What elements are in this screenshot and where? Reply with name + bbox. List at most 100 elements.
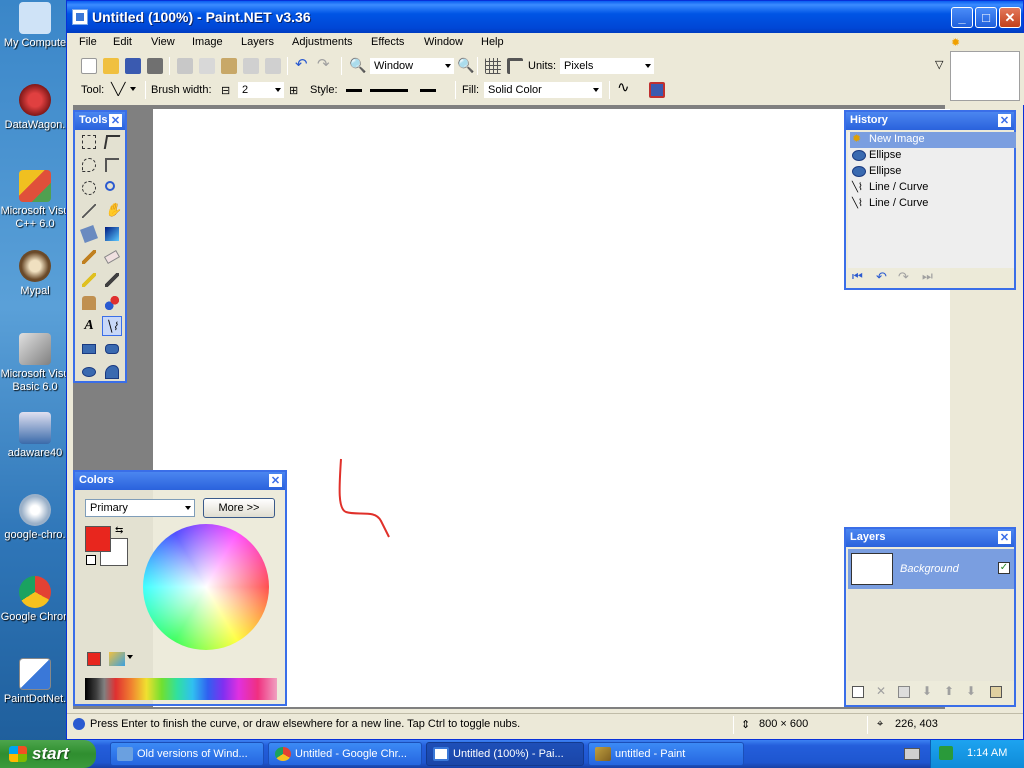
line-dash-style-icon[interactable] [370,89,408,92]
paste-icon[interactable] [221,58,237,74]
redo-icon[interactable]: ↷ [898,269,909,285]
history-panel-header[interactable]: History ✕ [846,112,1014,130]
desktop-icon-google-chrome[interactable]: Google Chron [0,576,70,624]
fast-forward-icon[interactable]: ⏭ [922,269,933,284]
ellipse-tool[interactable] [79,362,99,382]
add-to-palette-icon[interactable] [87,652,101,666]
antialiasing-icon[interactable]: ∿ [617,80,633,98]
desktop-icon-paintdotnet[interactable]: PaintDotNet. [0,658,70,706]
layer-row[interactable]: Background ✓ [848,549,1014,589]
history-item[interactable]: Ellipse [850,148,1016,164]
desktop-icon-datawagon[interactable]: DataWagon. [0,84,70,132]
menu-adjustments[interactable]: Adjustments [292,36,353,48]
paintbrush-tool[interactable] [79,247,99,267]
desktop-icon-mypal[interactable]: Mypal [0,250,70,298]
menu-file[interactable]: File [79,36,97,48]
tool-dropdown[interactable] [127,81,139,99]
taskbar-item[interactable]: Untitled - Google Chr... [268,742,422,766]
paint-bucket-tool[interactable] [79,224,99,244]
desktop-icon-visual-basic[interactable]: Microsoft Visu Basic 6.0 [0,333,70,394]
toolbar-overflow-icon[interactable]: ▽ [935,58,943,71]
fill-dropdown[interactable]: Solid Color [483,81,603,99]
pencil-tool[interactable] [79,270,99,290]
maximize-button[interactable]: □ [975,7,997,28]
colors-panel-close-icon[interactable]: ✕ [269,474,282,487]
palette-menu-icon[interactable] [109,652,125,666]
recolor-tool[interactable] [102,293,122,313]
move-selection-tool[interactable] [102,155,122,175]
zoom-out-icon[interactable]: 🔍 [349,58,366,74]
history-item[interactable]: ╲⌇ Line / Curve [850,196,1016,212]
zoom-in-icon[interactable]: 🔍 [457,58,474,74]
magic-wand-tool[interactable] [79,201,99,221]
desktop-icon-google-chrome-installer[interactable]: google-chro. [0,494,70,542]
rectangle-select-tool[interactable] [79,132,99,152]
color-wheel[interactable] [143,524,269,650]
grid-icon[interactable] [485,58,501,74]
title-bar[interactable]: Untitled (100%) - Paint.NET v3.36 _ □ ✕ [67,1,1023,33]
pan-tool[interactable]: ✋ [102,201,122,221]
menu-image[interactable]: Image [192,36,223,48]
taskbar-item-active[interactable]: Untitled (100%) - Pai... [426,742,584,766]
layer-visibility-checkbox[interactable]: ✓ [998,562,1010,574]
layers-panel-header[interactable]: Layers ✕ [846,529,1014,547]
print-icon[interactable] [147,58,163,74]
reset-colors-icon[interactable] [86,555,96,565]
desktop-icon-my-computer[interactable]: My Compute [0,2,70,50]
rewind-icon[interactable]: ⏮ [852,269,863,284]
undo-icon[interactable]: ↶ [295,57,311,74]
save-icon[interactable] [125,58,141,74]
ellipse-select-tool[interactable] [79,178,99,198]
color-palette[interactable] [85,678,277,700]
rectangle-tool[interactable] [79,339,99,359]
keyboard-icon[interactable] [904,748,920,760]
units-dropdown[interactable]: Pixels [559,57,655,75]
primary-color-swatch[interactable] [85,526,111,552]
tools-panel-close-icon[interactable]: ✕ [109,114,122,127]
layers-panel-close-icon[interactable]: ✕ [998,531,1011,544]
colors-panel-header[interactable]: Colors ✕ [75,472,285,490]
redo-icon[interactable]: ↷ [317,57,333,74]
desktop-icon-visual-cpp[interactable]: Microsoft Visu C++ 6.0 [0,170,70,231]
desktop-icon-adaware[interactable]: adaware40 [0,412,70,460]
brush-width-dropdown[interactable]: 2 [237,81,285,99]
crop-icon[interactable] [243,58,259,74]
rulers-icon[interactable] [507,58,523,74]
menu-layers[interactable]: Layers [241,36,274,48]
merge-layer-down-icon[interactable]: ⬇ [922,684,932,698]
copy-icon[interactable] [199,58,215,74]
minimize-button[interactable]: _ [951,7,973,28]
brush-increase-button[interactable]: ⊞ [289,84,298,97]
more-colors-button[interactable]: More >> [203,498,275,518]
zoom-tool[interactable] [102,178,122,198]
history-item[interactable]: ✹ New Image [850,132,1016,148]
text-tool[interactable]: A [79,316,99,336]
start-button[interactable]: start [0,740,96,768]
deselect-icon[interactable] [265,58,281,74]
tools-panel-header[interactable]: Tools ✕ [75,112,125,130]
eraser-tool[interactable] [102,247,122,267]
menu-window[interactable]: Window [424,36,463,48]
move-selected-pixels-tool[interactable] [102,132,122,152]
history-item[interactable]: ╲⌇ Line / Curve [850,180,1016,196]
duplicate-layer-icon[interactable] [898,686,910,698]
tray-app-icon[interactable] [939,746,953,760]
color-mode-dropdown[interactable]: Primary [85,499,195,517]
menu-effects[interactable]: Effects [371,36,404,48]
close-button[interactable]: ✕ [999,7,1021,28]
color-picker-tool[interactable] [102,270,122,290]
move-layer-down-icon[interactable]: ⬇ [966,684,976,698]
layer-properties-icon[interactable] [990,686,1002,698]
line-curve-tool[interactable]: ╲⌇ [102,316,122,336]
history-item[interactable]: Ellipse [850,164,1016,180]
history-panel-close-icon[interactable]: ✕ [998,114,1011,127]
image-thumbnail[interactable] [950,51,1020,101]
line-end-style-icon[interactable] [420,89,436,92]
line-start-style-icon[interactable] [346,89,362,92]
taskbar-item[interactable]: Old versions of Wind... [110,742,264,766]
taskbar-item[interactable]: untitled - Paint [588,742,744,766]
line-curve-tool-icon[interactable]: ╲╱ [111,82,127,98]
brush-decrease-button[interactable]: ⊟ [221,84,230,97]
delete-layer-icon[interactable]: ✕ [876,684,886,698]
menu-help[interactable]: Help [481,36,504,48]
